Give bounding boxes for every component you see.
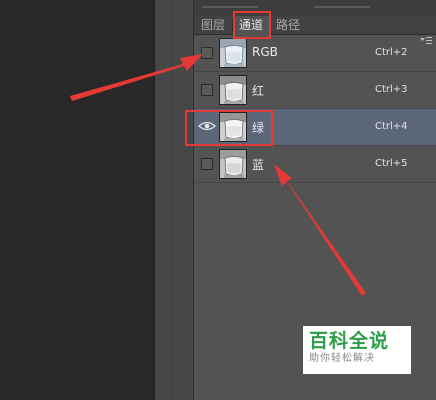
channel-row-green[interactable]: 绿 Ctrl+4	[194, 109, 436, 146]
panel-grip[interactable]	[202, 6, 258, 8]
tab-layers[interactable]: 图层	[194, 16, 232, 34]
panel-dock-strip	[154, 0, 194, 400]
visibility-toggle[interactable]	[201, 84, 213, 96]
glass-thumbnail-icon	[219, 75, 247, 105]
watermark-logo: 百科全说 助你轻松解决	[303, 326, 411, 374]
visibility-toggle[interactable]	[201, 47, 213, 59]
panel-grip[interactable]	[314, 6, 370, 8]
glass-thumbnail-icon	[219, 149, 247, 179]
channel-shortcut: Ctrl+5	[375, 158, 408, 169]
panel-tabs: 图层 通道 路径	[194, 16, 436, 44]
channel-row-rgb[interactable]: RGB Ctrl+2	[194, 35, 436, 72]
channel-name: 绿	[252, 121, 265, 135]
panel-header-bar	[194, 0, 436, 16]
tab-channels[interactable]: 通道	[233, 16, 269, 35]
channel-shortcut: Ctrl+4	[375, 121, 408, 132]
channel-shortcut: Ctrl+2	[375, 47, 408, 58]
watermark-title: 百科全说	[309, 330, 390, 352]
tab-paths[interactable]: 路径	[270, 16, 306, 34]
channel-name: RGB	[252, 45, 278, 59]
channel-row-red[interactable]: 红 Ctrl+3	[194, 72, 436, 109]
glass-thumbnail-icon	[219, 38, 247, 68]
channel-name: 红	[252, 84, 265, 98]
visibility-toggle[interactable]	[201, 158, 213, 170]
glass-thumbnail-icon	[219, 112, 247, 142]
channel-row-blue[interactable]: 蓝 Ctrl+5	[194, 146, 436, 183]
document-canvas-area	[0, 0, 154, 400]
channel-shortcut: Ctrl+3	[375, 84, 408, 95]
eye-icon[interactable]	[198, 119, 216, 133]
channel-name: 蓝	[252, 158, 265, 172]
watermark-subtitle: 助你轻松解决	[309, 353, 375, 364]
